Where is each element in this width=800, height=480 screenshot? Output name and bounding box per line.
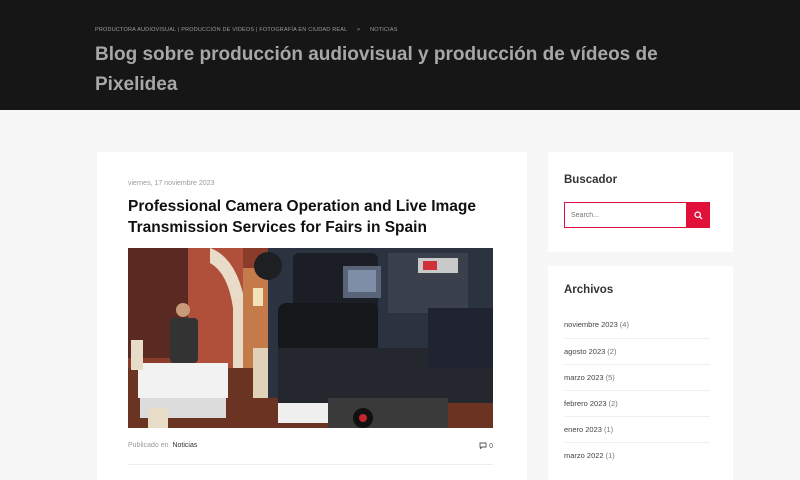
post-title-link[interactable]: Professional Camera Operation and Live I…	[128, 196, 508, 238]
archive-item-label[interactable]: enero 2023	[564, 425, 602, 434]
post-featured-image[interactable]	[128, 248, 493, 428]
archive-item-count: (2)	[608, 399, 618, 408]
archive-item[interactable]: agosto 2023 (2)	[564, 338, 710, 364]
search-icon	[693, 210, 702, 219]
archive-item-label[interactable]: marzo 2022	[564, 451, 604, 460]
breadcrumb-current: NOTICIAS	[370, 27, 398, 33]
archive-item[interactable]: febrero 2023 (2)	[564, 390, 710, 416]
archive-item-count: (1)	[603, 425, 614, 434]
search-button[interactable]	[686, 202, 710, 228]
page-header: PRODUCTORA AUDIOVISUAL | PRODUCCIÓN DE V…	[0, 0, 800, 110]
search-widget-title: Buscador	[564, 174, 618, 186]
archive-list: noviembre 2023 (4) agosto 2023 (2) marzo 2…	[564, 312, 710, 468]
archive-widget-title: Archivos	[564, 284, 614, 296]
page-title: Blog sobre producción audiovisual y prod…	[95, 44, 658, 95]
comment-count: 0	[489, 443, 493, 450]
post-meta: Publicado en Noticias 0	[128, 442, 493, 450]
archive-item[interactable]: marzo 2023 (5)	[564, 364, 710, 390]
archive-item-label[interactable]: febrero 2023	[564, 399, 607, 408]
comments-link[interactable]: 0	[479, 442, 493, 450]
archive-item-count: (1)	[605, 451, 615, 460]
breadcrumb-separator: >	[356, 27, 361, 33]
search-widget: Buscador	[548, 152, 733, 252]
post-date: viernes, 17 noviembre 2023	[128, 180, 215, 187]
archive-item-label[interactable]: agosto 2023	[564, 347, 605, 356]
breadcrumb: PRODUCTORA AUDIOVISUAL | PRODUCCIÓN DE V…	[95, 27, 398, 33]
post-card: viernes, 17 noviembre 2023 Professional …	[97, 152, 527, 480]
published-label: Publicado en	[128, 442, 169, 449]
post-category-link[interactable]: Noticias	[172, 442, 197, 449]
archive-item-count: (4)	[619, 320, 629, 329]
archive-item-count: (2)	[607, 347, 617, 356]
comment-icon	[479, 442, 487, 450]
archive-widget: Archivos noviembre 2023 (4) agosto 2023 (2…	[548, 266, 733, 480]
archive-item[interactable]: marzo 2022 (1)	[564, 442, 710, 468]
post-divider	[128, 464, 493, 465]
archive-item-label[interactable]: noviembre 2023	[564, 320, 618, 329]
archive-item-label[interactable]: marzo 2023	[564, 373, 604, 382]
breadcrumb-home-link[interactable]: PRODUCTORA AUDIOVISUAL | PRODUCCIÓN DE V…	[95, 27, 347, 33]
archive-item-count: (5)	[605, 373, 615, 382]
camera-restaurant-photo	[128, 248, 493, 428]
archive-item[interactable]: noviembre 2023 (4)	[564, 312, 710, 338]
archive-item[interactable]: enero 2023 (1)	[564, 416, 710, 442]
